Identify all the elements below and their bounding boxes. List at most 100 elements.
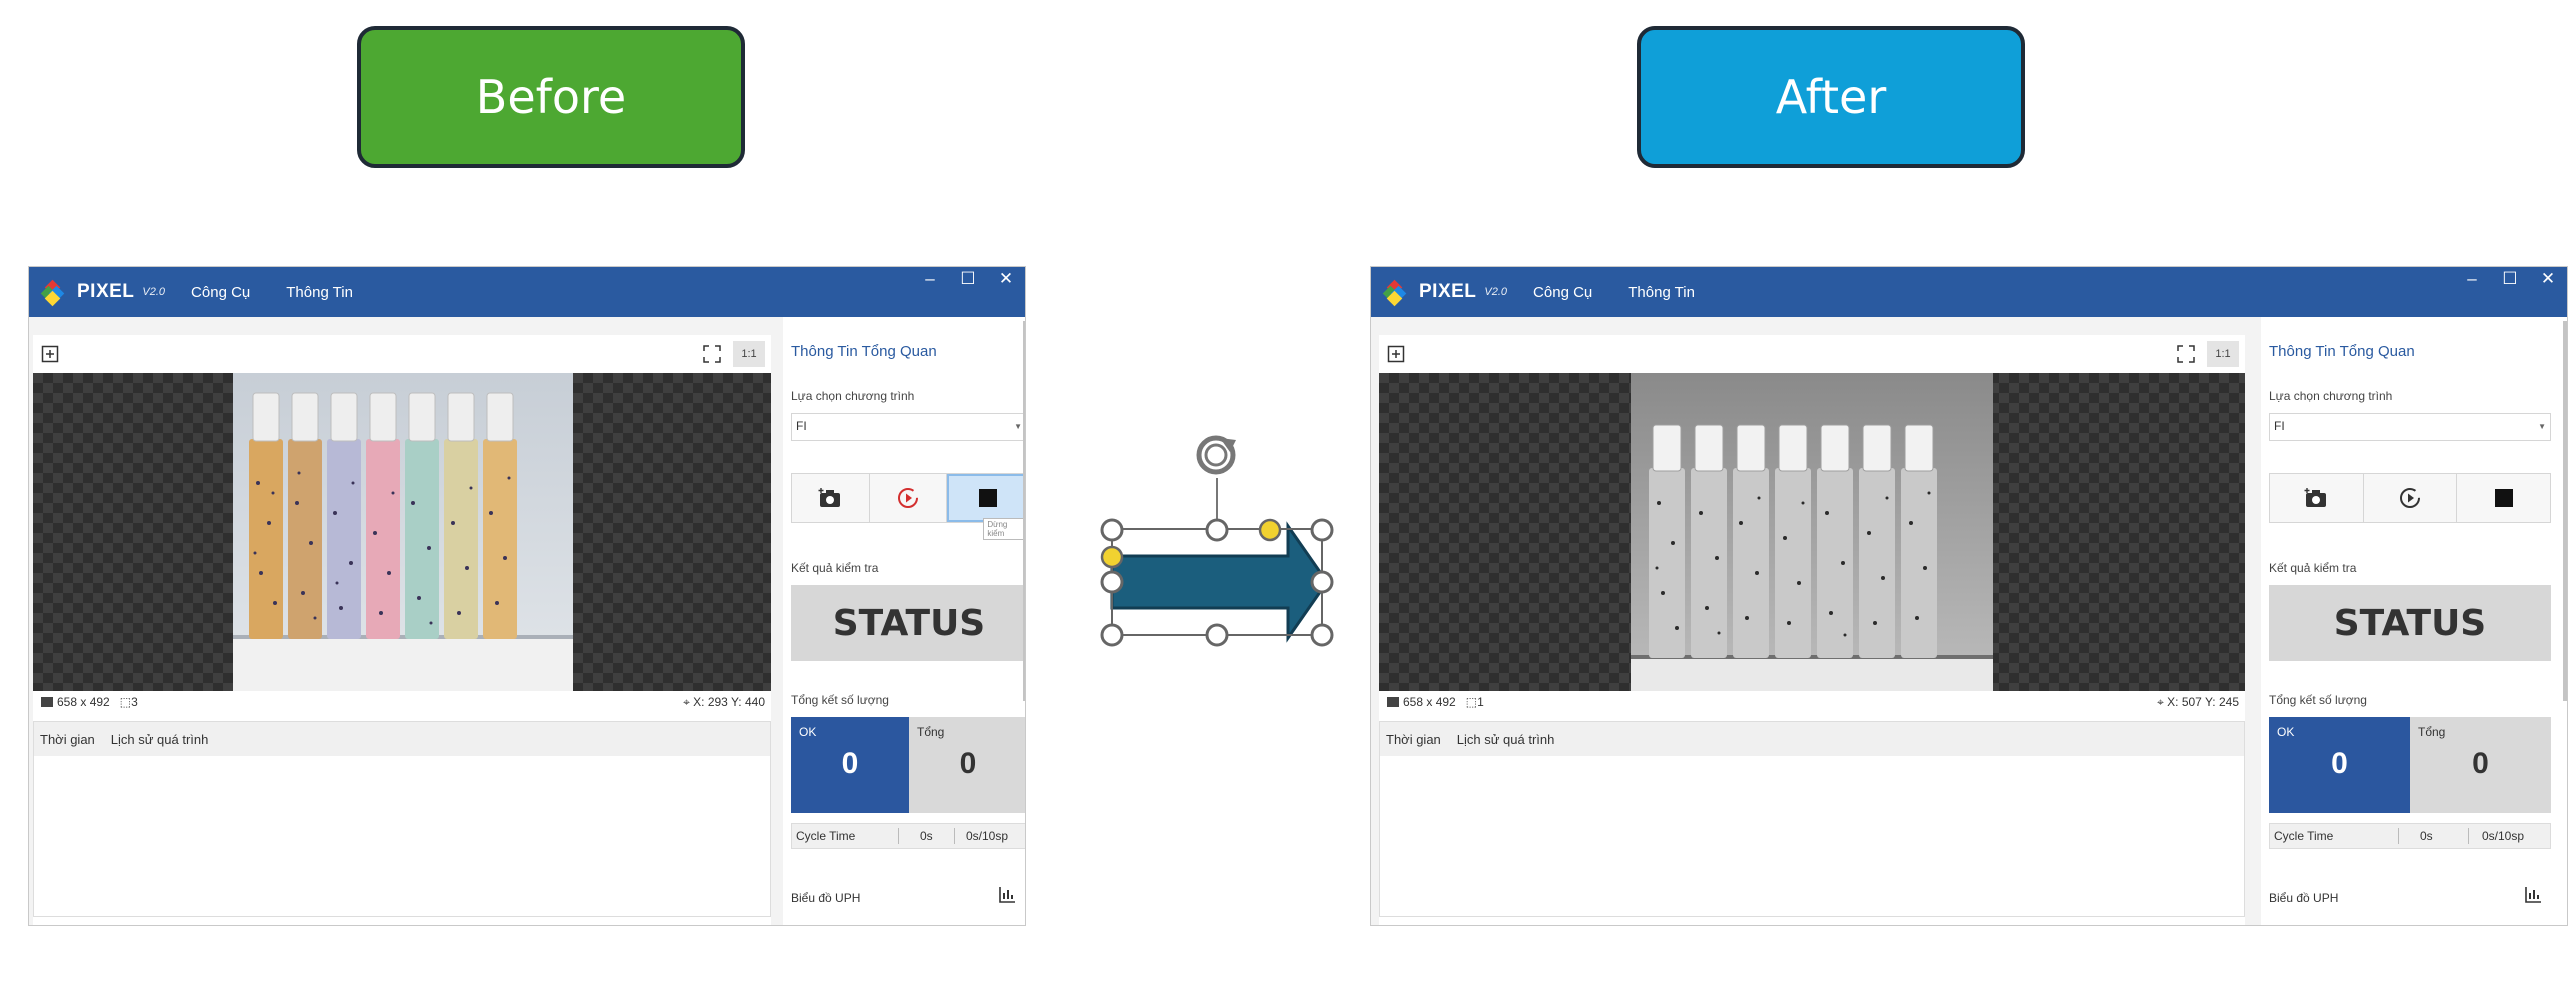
ok-value: 0: [841, 747, 859, 780]
panel-scrollbar[interactable]: [1023, 321, 1025, 701]
ok-label: OK: [2277, 725, 2295, 739]
panel-title: Thông Tin Tổng Quan: [791, 343, 937, 360]
image-size: 658 x 492: [1403, 695, 1456, 709]
chart-icon[interactable]: [997, 885, 1017, 910]
rotate-handle-icon[interactable]: [1196, 435, 1236, 475]
image-icon: [1387, 697, 1399, 707]
menu-cong-cu[interactable]: Công Cụ: [191, 284, 250, 301]
layer-count: ⬚3: [119, 695, 138, 709]
image-icon: [41, 697, 53, 707]
minimize-button[interactable]: –: [911, 267, 949, 291]
ok-value: 0: [2331, 747, 2348, 780]
add-image-button[interactable]: [37, 341, 63, 367]
window-controls: – ☐ ✕: [911, 267, 1025, 317]
before-label: Before: [357, 26, 745, 168]
status-display: STATUS: [2269, 585, 2551, 661]
cursor-coords: ⌖ X: 293 Y: 440: [683, 694, 765, 709]
rate-value: 0s/10sp: [966, 829, 1009, 843]
capture-button[interactable]: [2270, 474, 2364, 522]
fullscreen-icon: [2177, 345, 2195, 363]
close-button[interactable]: ✕: [2529, 267, 2567, 291]
fullscreen-icon: [703, 345, 721, 363]
image-viewer[interactable]: [1379, 373, 2245, 691]
chevron-down-icon: ▼: [1014, 422, 1022, 431]
camera-icon: [818, 488, 841, 507]
actual-size-button[interactable]: 1:1: [733, 341, 765, 367]
stop-button[interactable]: Dừng kiểm: [947, 474, 1025, 540]
maximize-button[interactable]: ☐: [2491, 267, 2529, 291]
viewer-toolbar: 1:1: [33, 335, 771, 373]
panel-title: Thông Tin Tổng Quan: [2269, 343, 2415, 360]
actual-size-button[interactable]: 1:1: [2207, 341, 2239, 367]
panel-scrollbar[interactable]: [2563, 321, 2567, 701]
count-summary: OK 0 Tổng 0: [2269, 717, 2551, 813]
cycle-value: 0s: [2420, 829, 2433, 843]
stop-button[interactable]: [2457, 474, 2550, 522]
ok-counter: OK 0: [2269, 717, 2410, 813]
history-header: Thời gian Lịch sử quá trình: [34, 722, 770, 756]
col-history[interactable]: Lịch sử quá trình: [111, 732, 209, 747]
ok-counter: OK 0: [791, 717, 909, 813]
program-label: Lựa chọn chương trình: [791, 389, 915, 403]
stop-icon: [978, 489, 997, 507]
play-circle-icon: [2400, 488, 2420, 508]
count-summary: OK 0 Tổng 0: [791, 717, 1025, 813]
maximize-button[interactable]: ☐: [949, 267, 987, 291]
fullscreen-button[interactable]: [699, 341, 725, 367]
total-value: 0: [2472, 747, 2489, 780]
cycle-time-row: Cycle Time 0s 0s/10sp: [2269, 823, 2551, 849]
program-select[interactable]: FI ▼: [791, 413, 1025, 441]
menu-cong-cu[interactable]: Công Cụ: [1533, 284, 1592, 301]
image-panel: 1:1: [33, 335, 771, 925]
app-name: PIXEL: [77, 281, 135, 302]
after-window: PIXEL V2.0 Công Cụ Thông Tin – ☐ ✕ 1:1 6…: [1370, 266, 2568, 926]
cycle-time-row: Cycle Time 0s 0s/10sp: [791, 823, 1025, 849]
add-square-icon: [41, 345, 59, 363]
uph-label: Biểu đồ UPH: [2269, 891, 2339, 905]
col-history[interactable]: Lịch sử quá trình: [1457, 732, 1555, 747]
viewer-statusbar: 658 x 492 ⬚1 ⌖ X: 507 Y: 245: [1379, 691, 2245, 713]
bottles-image-grayscale: [1631, 373, 1993, 691]
chart-icon[interactable]: [2523, 885, 2543, 910]
app-name: PIXEL: [1419, 281, 1477, 302]
layers-icon: ⬚: [1465, 695, 1478, 709]
total-counter: Tổng 0: [2410, 717, 2551, 813]
cycle-label: Cycle Time: [2274, 829, 2334, 843]
menu-thong-tin[interactable]: Thông Tin: [1628, 284, 1695, 301]
close-button[interactable]: ✕: [987, 267, 1025, 291]
add-image-button[interactable]: [1383, 341, 1409, 367]
app-version: V2.0: [142, 286, 166, 298]
run-button[interactable]: [2364, 474, 2458, 522]
col-time[interactable]: Thời gian: [40, 732, 95, 747]
play-circle-icon: [898, 488, 918, 508]
image-panel: 1:1: [1379, 335, 2245, 925]
info-panel: Thông Tin Tổng Quan Lựa chọn chương trìn…: [2261, 317, 2567, 925]
layer-count: ⬚1: [1465, 695, 1484, 709]
title-bar: PIXEL V2.0 Công Cụ Thông Tin – ☐ ✕: [1371, 267, 2567, 317]
before-window: PIXEL V2.0 Công Cụ Thông Tin – ☐ ✕ 1:1 6…: [28, 266, 1026, 926]
run-button[interactable]: [870, 474, 948, 522]
control-buttons: [2269, 473, 2551, 523]
fullscreen-button[interactable]: [2173, 341, 2199, 367]
menu-thong-tin[interactable]: Thông Tin: [286, 284, 353, 301]
cursor-coords: ⌖ X: 507 Y: 245: [2157, 694, 2239, 709]
title-bar: PIXEL V2.0 Công Cụ Thông Tin – ☐ ✕: [29, 267, 1025, 317]
viewer-statusbar: 658 x 492 ⬚3 ⌖ X: 293 Y: 440: [33, 691, 771, 713]
program-label: Lựa chọn chương trình: [2269, 389, 2393, 403]
result-label: Kết quả kiểm tra: [791, 561, 879, 575]
bottles-image-color: [233, 373, 573, 691]
after-label: After: [1637, 26, 2025, 168]
col-time[interactable]: Thời gian: [1386, 732, 1441, 747]
cycle-value: 0s: [920, 829, 933, 843]
selected-arrow-shape[interactable]: [1090, 418, 1352, 652]
image-viewer[interactable]: [33, 373, 771, 691]
minimize-button[interactable]: –: [2453, 267, 2491, 291]
history-panel: Thời gian Lịch sử quá trình: [1379, 721, 2245, 917]
chevron-down-icon: ▼: [2538, 422, 2546, 431]
capture-button[interactable]: [792, 474, 870, 522]
image-size: 658 x 492: [57, 695, 110, 709]
history-header: Thời gian Lịch sử quá trình: [1380, 722, 2244, 756]
uph-label: Biểu đồ UPH: [791, 891, 861, 905]
control-buttons: Dừng kiểm: [791, 473, 1025, 540]
program-select[interactable]: FI ▼: [2269, 413, 2551, 441]
